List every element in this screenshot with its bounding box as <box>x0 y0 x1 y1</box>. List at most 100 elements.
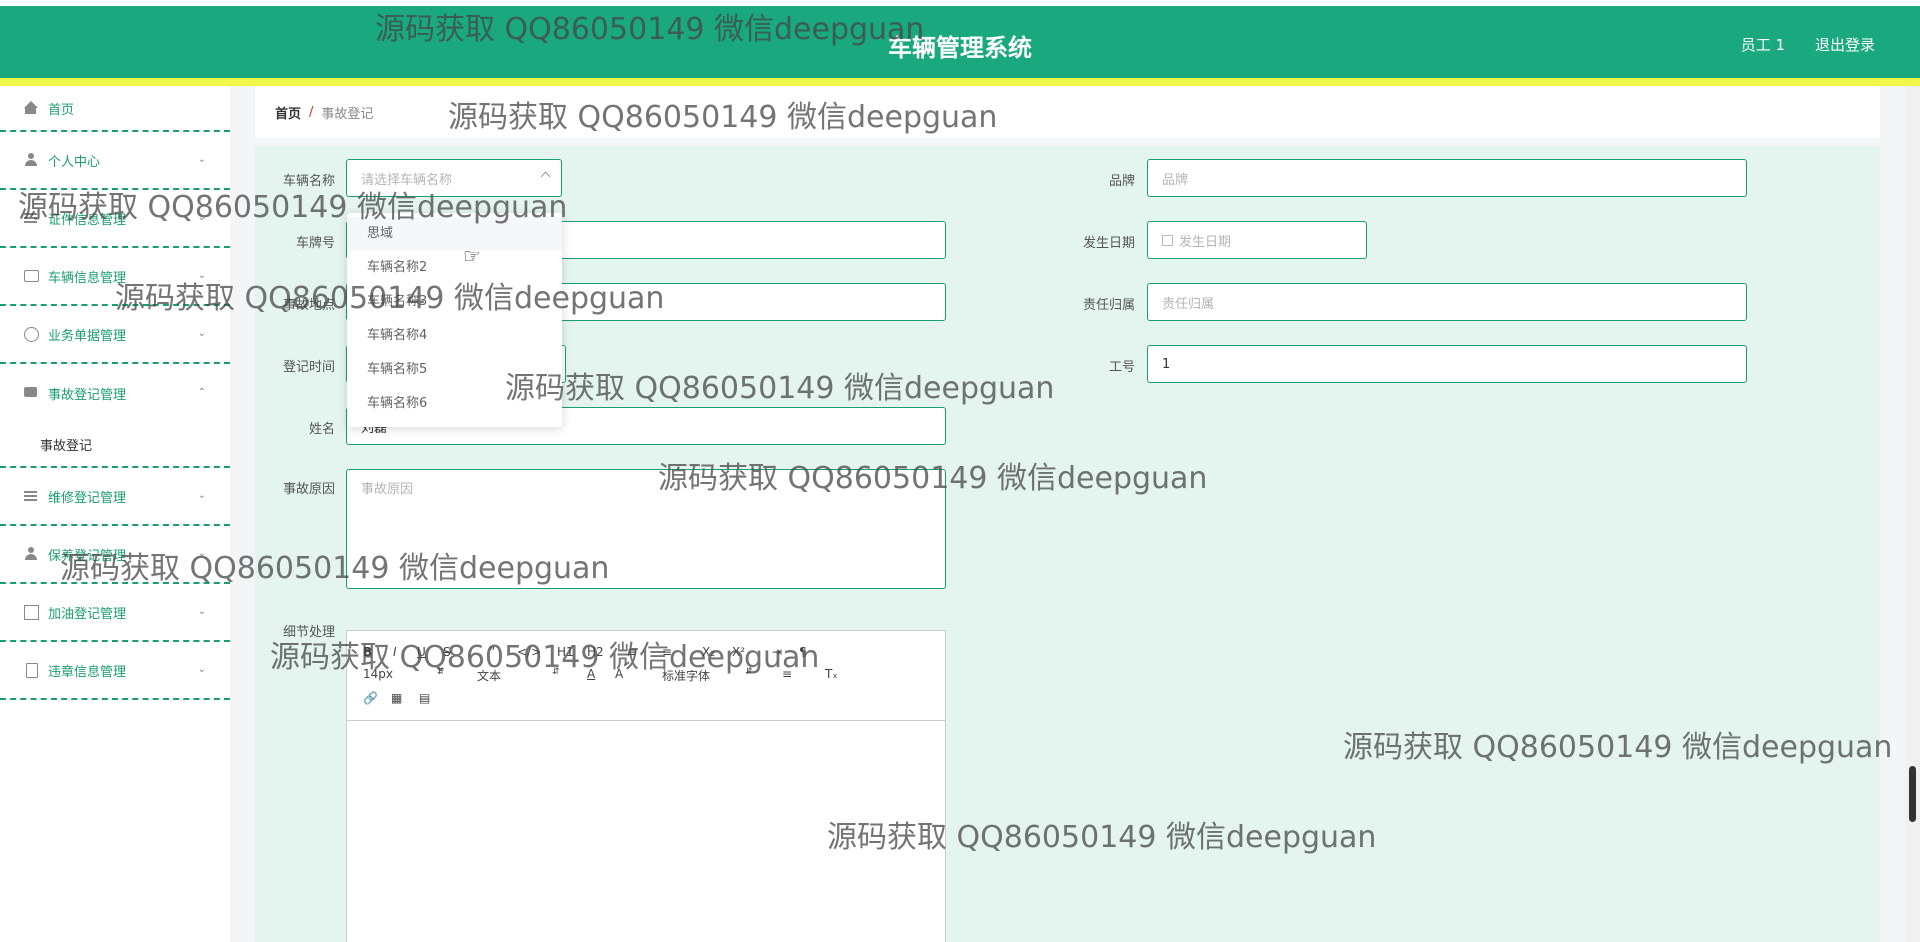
sidebar-item-label: 个人中心 <box>48 154 101 170</box>
sidebar-item-label: 业务单据管理 <box>48 328 127 344</box>
date-picker[interactable]: 发生日期 <box>1147 221 1367 259</box>
job-no-value: 1 <box>1162 356 1171 372</box>
chevron-down-icon: ⌄ <box>197 328 206 339</box>
sidebar-item-violation[interactable]: 违章信息管理 ⌄ <box>0 642 230 700</box>
sidebar-item-certificate[interactable]: 证件信息管理 ⌄ <box>0 190 230 248</box>
editor-toolbar: B I U S ” </> H1 H2 ≡ ≡ X₂ X² ⇥ ¶ 14px ⇵… <box>347 631 945 721</box>
italic-icon[interactable]: I <box>393 645 397 659</box>
sidebar-item-repair[interactable]: 维修登记管理 ⌄ <box>0 468 230 526</box>
font-size-select[interactable]: 14px <box>363 667 393 681</box>
sidebar-item-label: 保养登记管理 <box>48 548 127 564</box>
brand-input[interactable]: 品牌 <box>1147 159 1747 197</box>
cause-textarea[interactable]: 事故原因 <box>346 469 946 589</box>
location-label: 事故地点 <box>282 298 335 313</box>
underline-icon[interactable]: U <box>417 645 426 659</box>
align-icon[interactable]: ≡ <box>782 667 792 681</box>
sidebar-item-home[interactable]: 首页 <box>0 86 230 132</box>
job-no-input[interactable]: 1 <box>1147 345 1747 383</box>
dropdown-option[interactable]: 车辆名称2 <box>347 251 562 285</box>
dropdown-option[interactable]: 思域 <box>347 217 562 251</box>
bullet-list-icon[interactable]: ≡ <box>662 645 672 659</box>
register-time-label: 登记时间 <box>282 360 335 375</box>
chevron-up-icon <box>540 171 551 182</box>
dropdown-option[interactable]: 车辆名称4 <box>347 319 562 353</box>
chevron-up-icon: ⌃ <box>197 387 206 398</box>
quote-icon[interactable]: ” <box>489 645 495 659</box>
chevron-down-icon: ⌄ <box>197 606 206 617</box>
text-style-arrow-icon: ⇵ <box>552 667 560 677</box>
cause-placeholder: 事故原因 <box>361 482 414 497</box>
message-icon <box>24 386 38 400</box>
vehicle-name-placeholder: 请选择车辆名称 <box>361 172 453 188</box>
video-icon[interactable]: ▤ <box>419 691 430 705</box>
vehicle-name-select[interactable]: 请选择车辆名称 <box>346 159 562 197</box>
sidebar-item-label: 加油登记管理 <box>48 606 127 622</box>
brand-placeholder: 品牌 <box>1162 172 1189 188</box>
header2-icon[interactable]: H2 <box>587 645 604 659</box>
name-label: 姓名 <box>308 422 335 437</box>
breadcrumb: 首页 / 事故登记 <box>255 86 1880 138</box>
bars-icon <box>24 489 38 503</box>
app-title: 车辆管理系统 <box>888 34 1032 62</box>
gauge-icon <box>24 327 39 342</box>
sidebar-item-label: 首页 <box>48 102 75 118</box>
image-icon[interactable]: ▦ <box>391 691 402 705</box>
sidebar-item-label: 证件信息管理 <box>48 212 127 228</box>
clear-format-icon[interactable]: Tₓ <box>825 667 838 681</box>
responsibility-input[interactable]: 责任归属 <box>1147 283 1747 321</box>
link-icon[interactable]: 🔗 <box>363 691 378 705</box>
background-color-icon[interactable]: A <box>615 667 623 681</box>
indent-icon[interactable]: ⇥ <box>772 645 782 659</box>
current-user[interactable]: 员工 1 <box>1741 34 1785 55</box>
chevron-down-icon: ⌄ <box>197 664 206 675</box>
sidebar-item-maintenance[interactable]: 保养登记管理 ⌄ <box>0 526 230 584</box>
breadcrumb-current: 事故登记 <box>321 106 374 122</box>
sidebar-item-business-docs[interactable]: 业务单据管理 ⌄ <box>0 306 230 364</box>
brand-label: 品牌 <box>1108 174 1135 189</box>
clipboard-icon <box>24 663 38 678</box>
sidebar-item-vehicle-info[interactable]: 车辆信息管理 ⌄ <box>0 248 230 306</box>
sidebar-item-refuel[interactable]: 加油登记管理 ⌄ <box>0 584 230 642</box>
date-placeholder: 发生日期 <box>1179 234 1232 250</box>
text-style-select[interactable]: 文本 <box>477 667 501 684</box>
person-icon <box>24 153 38 167</box>
rich-text-editor[interactable]: B I U S ” </> H1 H2 ≡ ≡ X₂ X² ⇥ ¶ 14px ⇵… <box>346 630 946 942</box>
font-family-select[interactable]: 标准字体 <box>662 667 710 684</box>
dropdown-option[interactable]: 车辆名称5 <box>347 353 562 387</box>
dropdown-option[interactable]: 车辆名称3 <box>347 285 562 319</box>
sidebar: 首页 个人中心 ⌄ 证件信息管理 ⌄ 车辆信息管理 ⌄ 业务单据管理 ⌄ 事故登… <box>0 86 230 942</box>
chevron-down-icon: ⌄ <box>197 548 206 559</box>
vertical-scrollbar[interactable] <box>1905 86 1920 942</box>
top-header: 车辆管理系统 员工 1 退出登录 <box>0 6 1920 78</box>
breadcrumb-home[interactable]: 首页 <box>275 103 301 122</box>
responsibility-placeholder: 责任归属 <box>1162 296 1215 312</box>
logout-link[interactable]: 退出登录 <box>1815 34 1875 55</box>
subscript-icon[interactable]: X₂ <box>702 645 715 659</box>
header-accent-line <box>0 78 1920 86</box>
chart-icon <box>24 605 39 620</box>
chevron-down-icon: ⌄ <box>197 490 206 501</box>
sidebar-item-label: 事故登记管理 <box>48 387 127 403</box>
sidebar-subitem-accident-register[interactable]: 事故登记 <box>0 422 230 468</box>
vehicle-name-label: 车辆名称 <box>282 174 335 189</box>
direction-icon[interactable]: ¶ <box>799 645 807 659</box>
cause-label: 事故原因 <box>282 482 335 497</box>
bold-icon[interactable]: B <box>363 645 372 659</box>
sidebar-item-label: 车辆信息管理 <box>48 270 127 286</box>
hand-cursor-icon: ☞ <box>463 244 481 268</box>
ordered-list-icon[interactable]: ≡ <box>627 645 637 659</box>
strike-icon[interactable]: S <box>443 645 451 659</box>
chevron-down-icon: ⌄ <box>197 154 206 165</box>
header1-icon[interactable]: H1 <box>557 645 574 659</box>
list-icon <box>24 211 38 225</box>
sidebar-item-accident[interactable]: 事故登记管理 ⌃ <box>0 364 230 422</box>
vehicle-name-dropdown: 思域 车辆名称2 车辆名称3 车辆名称4 车辆名称5 车辆名称6 <box>347 213 562 427</box>
responsibility-label: 责任归属 <box>1082 298 1135 313</box>
code-icon[interactable]: </> <box>517 645 541 659</box>
font-color-icon[interactable]: A <box>587 667 595 681</box>
sidebar-item-personal-center[interactable]: 个人中心 ⌄ <box>0 132 230 190</box>
scrollbar-thumb[interactable] <box>1909 766 1916 822</box>
breadcrumb-separator: / <box>309 104 314 120</box>
superscript-icon[interactable]: X² <box>732 645 745 659</box>
dropdown-option[interactable]: 车辆名称6 <box>347 387 562 421</box>
